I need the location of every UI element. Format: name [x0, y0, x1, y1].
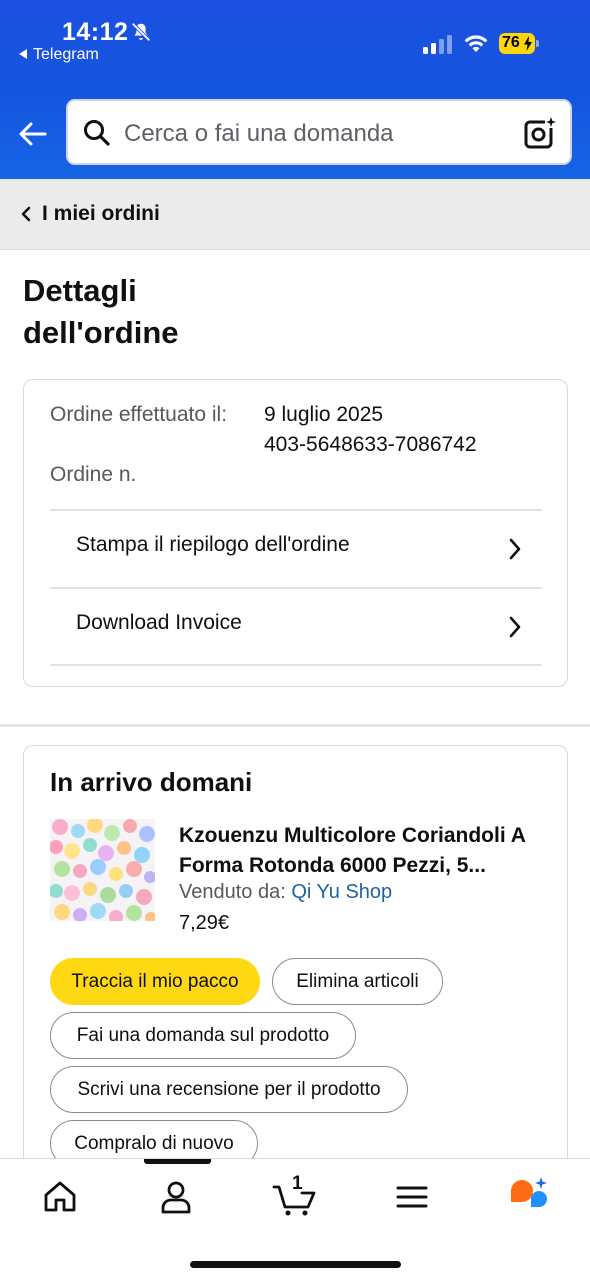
menu-icon[interactable] — [392, 1177, 432, 1217]
back-app-label: Telegram — [33, 46, 99, 63]
search-input[interactable] — [124, 119, 504, 149]
cellular-signal-icon — [423, 34, 453, 54]
app-header: 14:12 Telegram 76 — [0, 0, 590, 179]
divider — [50, 664, 542, 666]
order-summary-card: Ordine effettuato il: 9 luglio 2025 Ordi… — [23, 379, 568, 687]
delivery-status: In arrivo domani — [50, 767, 253, 797]
print-order-summary-link[interactable]: Stampa il riepilogo dell'ordine — [50, 511, 542, 587]
search-bar[interactable] — [66, 99, 572, 165]
shipment-card: In arrivo domani Kzouenzu Multicolore Co… — [23, 745, 568, 1195]
order-number-value: 403-5648633-7086742 — [264, 433, 477, 456]
battery-indicator: 76 — [499, 33, 539, 54]
order-number-label: Ordine n. — [50, 463, 137, 486]
chevron-right-icon — [509, 616, 521, 638]
order-date-label: Ordine effettuato il: — [50, 403, 228, 426]
page-title: Dettagli dell'ordine — [23, 273, 179, 350]
download-invoice-link[interactable]: Download Invoice — [50, 589, 542, 665]
breadcrumb-label[interactable]: I miei ordini — [42, 202, 160, 226]
bottom-navigation: 1 — [0, 1158, 590, 1280]
section-separator — [0, 724, 590, 727]
active-tab-indicator — [144, 1159, 211, 1164]
back-arrow-icon[interactable] — [17, 118, 49, 150]
cart-count-badge: 1 — [292, 1173, 303, 1194]
back-triangle-icon — [19, 48, 27, 59]
battery-level: 76 — [502, 34, 520, 51]
home-icon[interactable] — [40, 1177, 80, 1217]
breadcrumb[interactable]: I miei ordini — [0, 179, 590, 250]
product-price: 7,29€ — [179, 912, 230, 934]
order-date-value: 9 luglio 2025 — [264, 403, 384, 426]
charging-bolt-icon — [524, 36, 532, 51]
status-time: 14:12 — [62, 18, 129, 46]
product-image[interactable] — [50, 819, 155, 921]
bell-off-icon — [131, 22, 151, 42]
download-invoice-label: Download Invoice — [76, 611, 242, 634]
camera-lens-icon[interactable] — [523, 116, 557, 150]
chevron-right-icon — [509, 538, 521, 560]
delete-items-button[interactable]: Elimina articoli — [272, 958, 443, 1005]
track-package-button[interactable]: Traccia il mio pacco — [50, 958, 260, 1005]
sold-by-label: Venduto da: — [179, 881, 286, 903]
ask-product-question-button[interactable]: Fai una domanda sul prodotto — [50, 1012, 356, 1059]
search-icon — [84, 120, 110, 146]
home-indicator-bar[interactable] — [190, 1261, 401, 1268]
back-to-telegram[interactable]: Telegram — [19, 46, 99, 64]
chevron-left-icon — [21, 206, 31, 222]
sold-by: Venduto da: Qi Yu Shop — [179, 881, 392, 904]
print-order-summary-label: Stampa il riepilogo dell'ordine — [76, 533, 350, 556]
account-icon[interactable] — [156, 1177, 196, 1217]
write-review-button[interactable]: Scrivi una recensione per il prodotto — [50, 1066, 408, 1113]
wifi-icon — [464, 35, 488, 52]
rufus-ai-icon[interactable] — [507, 1177, 551, 1217]
product-title[interactable]: Kzouenzu Multicolore Coriandoli A Forma … — [179, 821, 549, 881]
seller-link[interactable]: Qi Yu Shop — [291, 881, 392, 903]
